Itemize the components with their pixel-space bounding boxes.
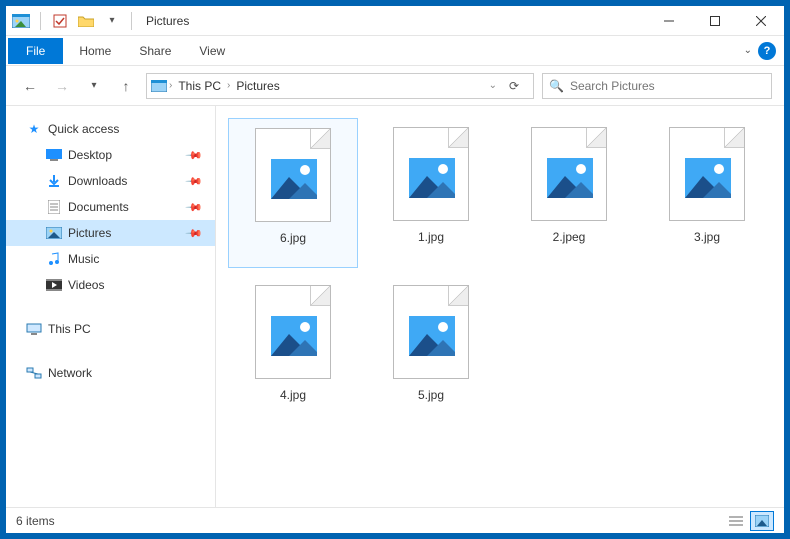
sidebar-quick-access[interactable]: ★ Quick access [6, 116, 215, 142]
sidebar-item-pictures[interactable]: Pictures 📌 [6, 220, 215, 246]
image-file-icon [271, 316, 317, 356]
address-bar[interactable]: › This PC › Pictures ⌄ ⟳ [146, 73, 534, 99]
expand-ribbon-icon[interactable]: ⌄ [744, 45, 752, 56]
image-file-icon [271, 159, 317, 199]
sidebar-item-label: Pictures [68, 226, 111, 240]
pin-icon: 📌 [185, 224, 204, 243]
back-button[interactable]: ← [18, 74, 42, 98]
image-file-icon [409, 316, 455, 356]
minimize-button[interactable] [646, 6, 692, 36]
sidebar-item-downloads[interactable]: Downloads 📌 [6, 168, 215, 194]
videos-icon [46, 277, 62, 293]
file-thumbnail [386, 282, 476, 382]
sidebar-item-label: Music [68, 252, 99, 266]
search-input[interactable] [570, 79, 765, 93]
qat-properties-icon[interactable] [49, 10, 71, 32]
sidebar-item-desktop[interactable]: Desktop 📌 [6, 142, 215, 168]
address-dropdown-icon[interactable]: ⌄ [489, 80, 497, 91]
tab-view[interactable]: View [185, 36, 239, 66]
search-box[interactable]: 🔍 [542, 73, 772, 99]
sidebar-item-label: Network [48, 366, 92, 380]
sidebar-item-label: Desktop [68, 148, 112, 162]
pin-icon: 📌 [185, 198, 204, 217]
file-item[interactable]: 4.jpg [228, 276, 358, 426]
sidebar-network[interactable]: Network [6, 360, 215, 386]
image-file-icon [409, 158, 455, 198]
navigation-pane: ★ Quick access Desktop📌Downloads📌Documen… [6, 106, 216, 507]
help-icon[interactable]: ? [758, 42, 776, 60]
file-name-label: 6.jpg [280, 231, 306, 245]
file-thumbnail [662, 124, 752, 224]
breadcrumb-this-pc[interactable]: This PC [174, 79, 225, 93]
file-thumbnail [248, 125, 338, 225]
window-title: Pictures [146, 14, 189, 28]
file-name-label: 5.jpg [418, 388, 444, 402]
close-button[interactable] [738, 6, 784, 36]
sidebar-item-label: Quick access [48, 122, 119, 136]
qat-folder-icon[interactable] [75, 10, 97, 32]
file-name-label: 4.jpg [280, 388, 306, 402]
navigation-bar: ← → ▾ ↑ › This PC › Pictures ⌄ ⟳ 🔍 [6, 66, 784, 106]
app-icon [10, 10, 32, 32]
breadcrumb-pictures[interactable]: Pictures [232, 79, 283, 93]
sidebar-item-label: Videos [68, 278, 104, 292]
file-item[interactable]: 6.jpg [228, 118, 358, 268]
maximize-button[interactable] [692, 6, 738, 36]
pin-icon: 📌 [185, 146, 204, 165]
file-tab[interactable]: File [8, 38, 63, 64]
title-bar: ▾ Pictures [6, 6, 784, 36]
sidebar-item-documents[interactable]: Documents 📌 [6, 194, 215, 220]
file-name-label: 3.jpg [694, 230, 720, 244]
star-icon: ★ [26, 121, 42, 137]
item-count: 6 items [16, 514, 55, 528]
sidebar-item-label: Downloads [68, 174, 127, 188]
file-name-label: 2.jpeg [553, 230, 586, 244]
file-item[interactable]: 1.jpg [366, 118, 496, 268]
documents-icon [46, 199, 62, 215]
file-item[interactable]: 2.jpeg [504, 118, 634, 268]
breadcrumb-sep-icon[interactable]: › [227, 80, 230, 91]
thumbnails-view-button[interactable] [750, 511, 774, 531]
computer-icon [26, 321, 42, 337]
status-bar: 6 items [6, 507, 784, 533]
details-view-button[interactable] [724, 511, 748, 531]
pin-icon: 📌 [185, 172, 204, 191]
recent-locations-button[interactable]: ▾ [82, 74, 106, 98]
up-button[interactable]: ↑ [114, 74, 138, 98]
search-icon: 🔍 [549, 79, 564, 93]
forward-button[interactable]: → [50, 74, 74, 98]
file-name-label: 1.jpg [418, 230, 444, 244]
tab-home[interactable]: Home [65, 36, 125, 66]
sidebar-item-music[interactable]: Music [6, 246, 215, 272]
qat-customize-icon[interactable]: ▾ [101, 10, 123, 32]
pictures-icon [46, 225, 62, 241]
sidebar-this-pc[interactable]: This PC [6, 316, 215, 342]
image-file-icon [547, 158, 593, 198]
location-icon [151, 78, 167, 94]
files-pane[interactable]: 6.jpg 1.jpg 2.jpeg 3.jpg 4.jpg 5.jpg [216, 106, 784, 507]
separator [40, 12, 41, 30]
music-icon [46, 251, 62, 267]
file-item[interactable]: 5.jpg [366, 276, 496, 426]
sidebar-item-label: Documents [68, 200, 129, 214]
network-icon [26, 365, 42, 381]
sidebar-item-videos[interactable]: Videos [6, 272, 215, 298]
ribbon: File Home Share View ⌄ ? [6, 36, 784, 66]
tab-share[interactable]: Share [125, 36, 185, 66]
downloads-icon [46, 173, 62, 189]
file-thumbnail [248, 282, 338, 382]
separator [131, 12, 132, 30]
image-file-icon [685, 158, 731, 198]
breadcrumb-sep-icon[interactable]: › [169, 80, 172, 91]
sidebar-item-label: This PC [48, 322, 91, 336]
refresh-button[interactable]: ⟳ [499, 79, 529, 93]
desktop-icon [46, 147, 62, 163]
file-item[interactable]: 3.jpg [642, 118, 772, 268]
file-thumbnail [386, 124, 476, 224]
file-thumbnail [524, 124, 614, 224]
